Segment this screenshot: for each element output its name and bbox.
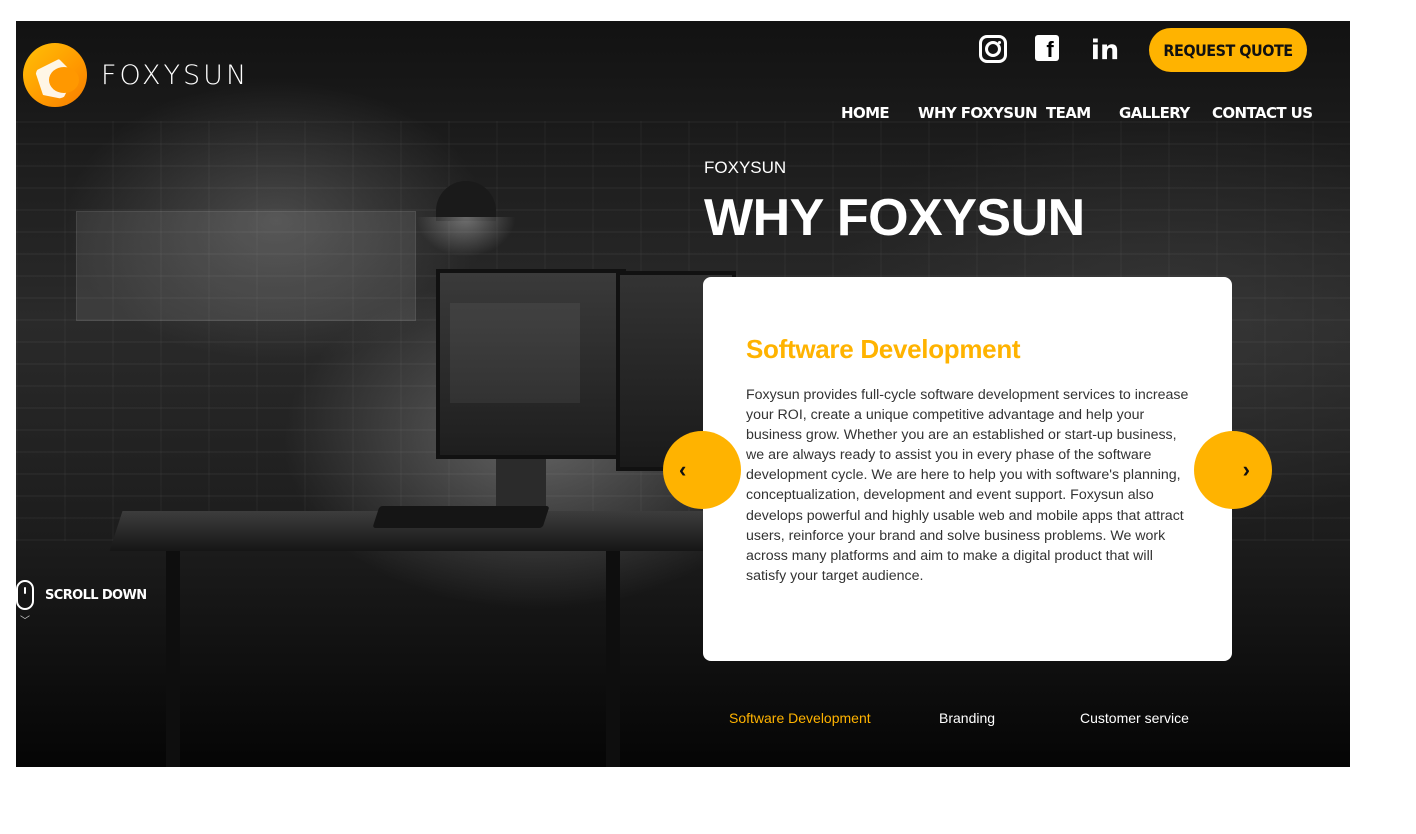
facebook-glyph: f xyxy=(1046,37,1054,62)
carousel-prev-button[interactable]: ‹ xyxy=(663,431,741,509)
background-monitor xyxy=(436,269,626,459)
nav-item-home[interactable]: HOME xyxy=(841,104,890,124)
chevron-down-icon: ﹀ xyxy=(20,616,30,627)
background-lamp-light xyxy=(416,217,516,257)
background-screen xyxy=(76,211,416,321)
request-quote-button[interactable]: REQUEST QUOTE xyxy=(1149,28,1307,72)
service-title: Software Development xyxy=(746,334,1021,364)
facebook-icon[interactable]: f xyxy=(1035,35,1059,62)
mouse-icon xyxy=(16,580,34,610)
service-card: Software Development Foxysun provides fu… xyxy=(703,277,1232,661)
section-eyebrow: FOXYSUN xyxy=(704,158,787,177)
chevron-right-icon: › xyxy=(1242,457,1250,482)
scroll-down-link[interactable]: ﹀ SCROLL DOWN xyxy=(16,580,147,627)
service-description: Foxysun provides full-cycle software dev… xyxy=(746,387,1189,584)
tab-software-development[interactable]: Software Development xyxy=(729,710,871,726)
linkedin-icon[interactable]: in xyxy=(1088,35,1122,66)
brand-name: FOXYSUN xyxy=(101,59,250,91)
background-desk-leg xyxy=(606,551,620,767)
nav-item-team[interactable]: TEAM xyxy=(1046,104,1091,124)
background-desk-leg xyxy=(166,551,180,767)
tab-customer-service[interactable]: Customer service xyxy=(1080,710,1189,726)
fox-logo-icon xyxy=(23,43,87,107)
instagram-icon[interactable] xyxy=(979,35,1007,63)
brand-logo[interactable]: FOXYSUN xyxy=(23,43,249,107)
page-title: WHY FOXYSUN xyxy=(704,189,1085,247)
tab-branding[interactable]: Branding xyxy=(939,710,995,726)
carousel-next-button[interactable]: › xyxy=(1194,431,1272,509)
nav-item-gallery[interactable]: GALLERY xyxy=(1119,104,1190,124)
background-keyboard xyxy=(372,506,550,528)
nav-item-contact-us[interactable]: CONTACT US xyxy=(1212,104,1313,124)
chevron-left-icon: ‹ xyxy=(679,457,687,482)
nav-item-why-foxysun[interactable]: WHY FOXYSUN xyxy=(918,104,1038,124)
scroll-down-label: SCROLL DOWN xyxy=(45,587,147,603)
